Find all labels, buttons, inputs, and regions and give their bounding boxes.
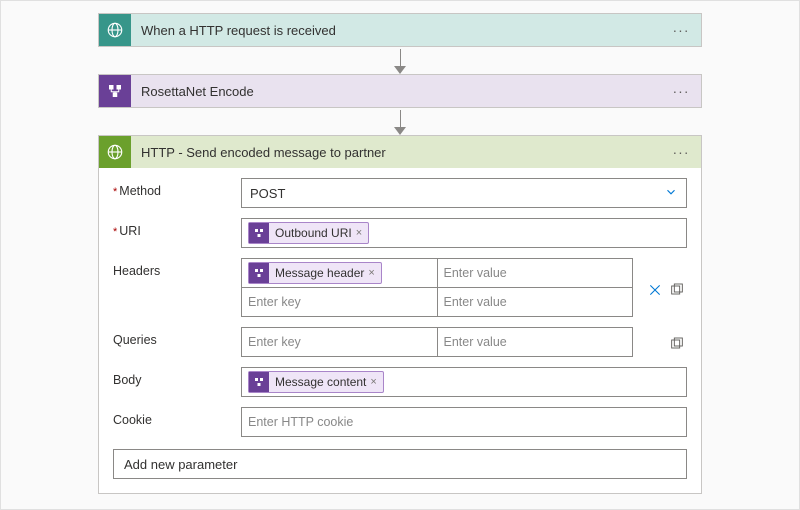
step-header[interactable]: When a HTTP request is received ··· (99, 14, 701, 46)
step-header[interactable]: HTTP - Send encoded message to partner ·… (99, 136, 701, 168)
token-message-content[interactable]: Message content × (248, 371, 384, 393)
field-label: Headers (113, 258, 233, 278)
flowchart-icon (249, 263, 269, 283)
step-rosettanet-encode[interactable]: RosettaNet Encode ··· (98, 74, 702, 108)
token-label: Message header (275, 266, 364, 280)
step-header[interactable]: RosettaNet Encode ··· (99, 75, 701, 107)
header-key-input[interactable]: Enter key (241, 287, 438, 317)
token-outbound-uri[interactable]: Outbound URI × (248, 222, 369, 244)
field-queries: Queries Enter key Enter value (113, 327, 687, 357)
globe-icon (99, 14, 131, 46)
step-more-button[interactable]: ··· (667, 83, 695, 99)
uri-input[interactable]: Outbound URI × (241, 218, 687, 248)
token-remove-icon[interactable]: × (370, 376, 376, 388)
flowchart-icon (99, 75, 131, 107)
step-title: HTTP - Send encoded message to partner (131, 145, 667, 160)
flow-arrow (394, 108, 406, 135)
flowchart-icon (249, 223, 269, 243)
step-http-trigger[interactable]: When a HTTP request is received ··· (98, 13, 702, 47)
add-parameter-select[interactable]: Add new parameter (113, 449, 687, 479)
field-label: Cookie (113, 407, 233, 427)
flow-arrow (394, 47, 406, 74)
query-value-input[interactable]: Enter value (438, 327, 634, 357)
query-key-input[interactable]: Enter key (241, 327, 438, 357)
token-message-header[interactable]: Message header × (248, 262, 382, 284)
header-key-input[interactable]: Message header × (241, 258, 438, 288)
header-row-actions (639, 276, 687, 300)
delete-row-button[interactable] (647, 282, 665, 300)
step-body: Method POST URI (99, 168, 701, 493)
switch-mode-button[interactable] (669, 282, 687, 300)
method-select[interactable]: POST (241, 178, 687, 208)
step-title: When a HTTP request is received (131, 23, 667, 38)
cookie-input[interactable]: Enter HTTP cookie (241, 407, 687, 437)
step-title: RosettaNet Encode (131, 84, 667, 99)
step-more-button[interactable]: ··· (667, 144, 695, 160)
step-http-send: HTTP - Send encoded message to partner ·… (98, 135, 702, 494)
add-parameter-label: Add new parameter (124, 457, 237, 472)
field-uri: URI Outbound URI × (113, 218, 687, 248)
token-label: Message content (275, 375, 366, 389)
step-more-button[interactable]: ··· (667, 22, 695, 38)
query-row-actions (639, 330, 687, 354)
header-value-input[interactable]: Enter value (438, 258, 634, 288)
flowchart-icon (249, 372, 269, 392)
header-value-input[interactable]: Enter value (438, 287, 634, 317)
body-input[interactable]: Message content × (241, 367, 687, 397)
method-value: POST (250, 186, 285, 201)
field-label: Body (113, 367, 233, 387)
field-cookie: Cookie Enter HTTP cookie (113, 407, 687, 437)
field-body: Body Message content × (113, 367, 687, 397)
field-label: Method (113, 178, 233, 198)
switch-mode-button[interactable] (669, 336, 687, 354)
chevron-down-icon (664, 185, 678, 202)
field-headers: Headers Message header × (113, 258, 687, 317)
globe-icon (99, 136, 131, 168)
token-remove-icon[interactable]: × (356, 227, 362, 239)
token-remove-icon[interactable]: × (368, 267, 374, 279)
field-method: Method POST (113, 178, 687, 208)
field-label: URI (113, 218, 233, 238)
token-label: Outbound URI (275, 226, 352, 240)
field-label: Queries (113, 327, 233, 347)
